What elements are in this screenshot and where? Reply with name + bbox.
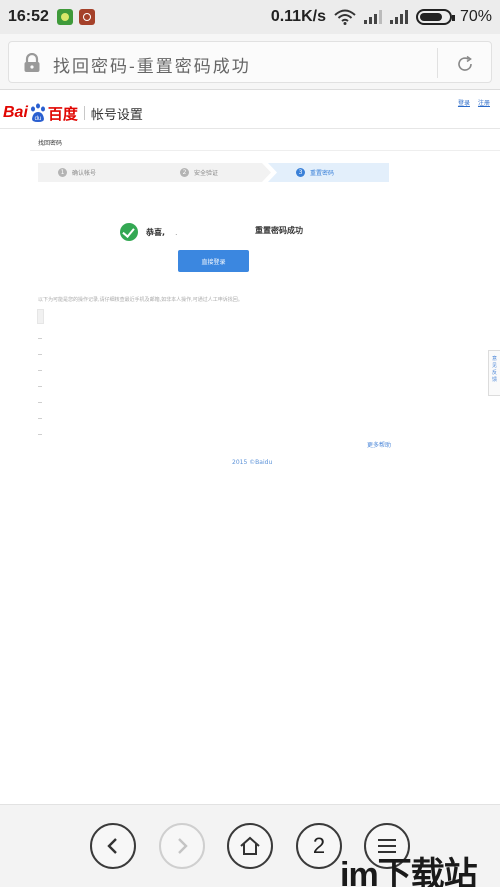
home-button[interactable] <box>227 823 273 869</box>
logo-chinese: 百度 <box>47 105 78 123</box>
browser-bottom-nav: 2 im下载站 <box>0 804 500 887</box>
page-title: 找回密码-重置密码成功 <box>53 57 251 77</box>
masked-username: . <box>175 227 178 237</box>
feedback-label: 意见反馈 <box>491 356 497 383</box>
step-label: 重置密码 <box>310 170 335 177</box>
step-label: 安全验证 <box>194 170 219 177</box>
section-divider <box>30 150 500 151</box>
step-number: 3 <box>296 168 305 177</box>
section-title: 找回密码 <box>38 140 63 147</box>
list-item <box>38 338 42 339</box>
tabs-button[interactable]: 2 <box>296 823 342 869</box>
list-item <box>38 434 42 435</box>
battery-icon <box>415 9 455 25</box>
header-divider <box>0 128 500 129</box>
step-confirm-account: 1 确认帐号 <box>58 163 96 182</box>
battery-level: 70% <box>459 8 492 25</box>
more-help-link[interactable]: 更多帮助 <box>367 440 391 449</box>
list-item <box>38 386 42 387</box>
baidu-logo[interactable]: Bai du 百度 帐号设置 <box>3 100 143 126</box>
watermark: im下载站 <box>340 856 478 887</box>
camera-notification-icon <box>78 9 95 25</box>
success-suffix: 重置密码成功 <box>255 226 303 235</box>
wifi-icon <box>334 9 356 25</box>
header-links: 登录 注册 <box>458 98 490 107</box>
tab-count: 2 <box>312 833 326 858</box>
divider <box>437 48 438 78</box>
forward-button[interactable] <box>159 823 205 869</box>
chevron-left-icon <box>107 838 117 854</box>
paw-icon: du <box>30 103 45 122</box>
list-item <box>38 370 42 371</box>
direct-login-button[interactable]: 直接登录 <box>178 250 249 272</box>
step-security-verify: 2 安全验证 <box>180 163 218 182</box>
reload-icon[interactable] <box>455 54 475 74</box>
list-item <box>38 354 42 355</box>
register-link[interactable]: 注册 <box>478 98 490 107</box>
logo-latin: Bai <box>3 104 28 121</box>
login-link[interactable]: 登录 <box>458 98 470 107</box>
success-message: 恭喜, . 重置密码成功 <box>120 221 303 243</box>
status-bar: 16:52 0.11K/s 70% <box>0 0 500 34</box>
home-icon <box>240 836 260 855</box>
progress-steps: 1 确认帐号 2 安全验证 3 重置密码 <box>38 163 389 182</box>
chevron-right-icon <box>178 838 188 854</box>
address-bar: 找回密码-重置密码成功 <box>0 34 500 90</box>
step-number: 1 <box>58 168 67 177</box>
logo-divider <box>83 106 85 120</box>
signal-icon <box>363 10 382 24</box>
list-item <box>38 402 42 403</box>
feedback-tab[interactable]: 意见反馈 <box>488 350 500 396</box>
clock: 16:52 <box>8 8 49 25</box>
step-label: 确认帐号 <box>72 170 97 177</box>
list-item <box>38 418 42 419</box>
signal-icon-2 <box>389 10 408 24</box>
back-button[interactable] <box>90 823 136 869</box>
step-reset-password: 3 重置密码 <box>296 163 334 182</box>
record-box <box>37 309 44 324</box>
step-number: 2 <box>180 168 189 177</box>
web-page: Bai du 百度 帐号设置 登录 注册 找回密码 1 确认帐号 2 安全验证 <box>0 90 500 804</box>
notice-text: 以下为可能是您的操作记录,请仔细核查最近手机及邮箱,如非本人操作,可通过人工申诉… <box>38 297 243 303</box>
app-notification-icon <box>56 9 73 25</box>
check-icon <box>120 223 138 241</box>
network-speed: 0.11K/s <box>270 8 326 25</box>
success-prefix: 恭喜, <box>146 227 166 237</box>
lock-icon <box>24 53 40 72</box>
svg-text:du: du <box>35 116 42 122</box>
copyright: 2015 ©Baidu <box>232 459 273 466</box>
section-name: 帐号设置 <box>90 107 143 123</box>
url-field[interactable]: 找回密码-重置密码成功 <box>8 41 492 83</box>
